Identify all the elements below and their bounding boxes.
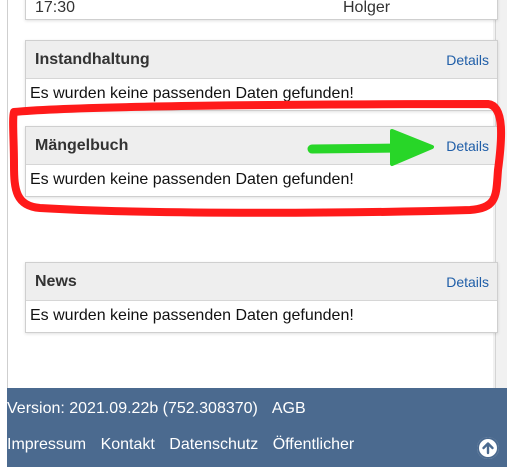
arrow-up-circle-icon [477,437,499,459]
oeffentlicher-link[interactable]: Öffentlicher [273,436,355,453]
panel-title: News [35,272,77,290]
empty-message: Es wurden keine passenden Daten gefunden… [30,307,354,324]
footer-version-row: Version: 2021.09.22b (752.308370) AGB [7,400,306,418]
panel-title: Instandhaltung [35,50,150,68]
footer: Version: 2021.09.22b (752.308370) AGB Imp… [7,388,507,467]
scroll-to-top-button[interactable] [477,437,499,459]
empty-message: Es wurden keine passenden Daten gefunden… [30,171,354,188]
panel-header: News Details [26,263,497,301]
left-border [7,0,8,388]
impressum-link[interactable]: Impressum [7,436,86,453]
agb-link[interactable]: AGB [272,400,306,417]
table-row: 17:30 Holger [26,0,497,19]
details-link[interactable]: Details [446,274,489,290]
time-cell: 17:30 [35,0,76,16]
version-text: Version: 2021.09.22b (752.308370) [7,400,258,417]
details-link[interactable]: Details [446,138,489,154]
panel-header: Mängelbuch Details [26,127,497,165]
empty-message: Es wurden keine passenden Daten gefunden… [30,85,354,102]
details-link[interactable]: Details [446,52,489,68]
maengelbuch-panel: Mängelbuch Details Es wurden keine passe… [25,126,498,197]
panel-header: Instandhaltung Details [26,41,497,79]
instandhaltung-panel: Instandhaltung Details Es wurden keine p… [25,40,498,111]
news-panel: News Details Es wurden keine passenden D… [25,262,498,333]
top-panel-partial: 17:30 Holger [25,0,498,20]
kontakt-link[interactable]: Kontakt [101,436,155,453]
footer-links-row: Impressum Kontakt Datenschutz Öffentlich… [7,436,354,454]
datenschutz-link[interactable]: Datenschutz [169,436,258,453]
panel-title: Mängelbuch [35,136,129,154]
name-cell: Holger [343,0,391,16]
